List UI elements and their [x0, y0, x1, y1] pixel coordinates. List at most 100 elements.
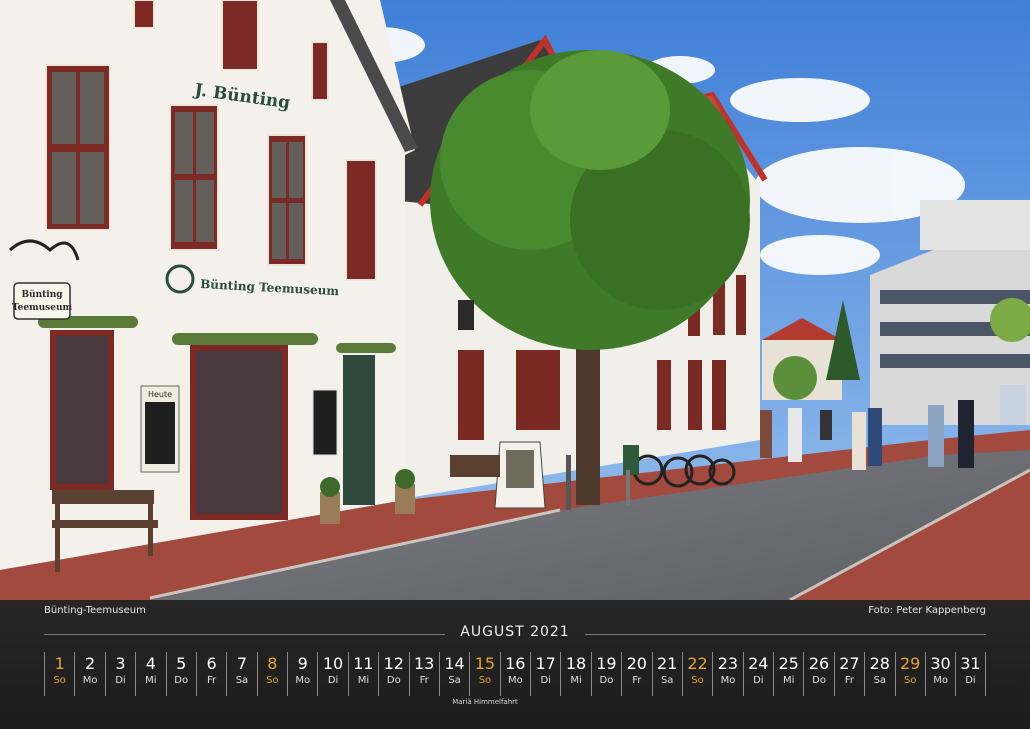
weekday-label: Mi — [782, 675, 795, 686]
weekday-label: Fr — [419, 675, 429, 686]
weekday-label: Sa — [448, 675, 461, 686]
day-number: 24 — [748, 654, 769, 673]
day-cell: 14 Sa — [438, 652, 469, 696]
day-cell: 13 Fr — [408, 652, 439, 696]
day-number: 3 — [115, 654, 126, 673]
day-cell: 31 Di — [955, 652, 986, 696]
weekday-label: Mi — [357, 675, 370, 686]
day-cell: 26 Do — [803, 652, 833, 696]
weekday-label: Fr — [632, 675, 642, 686]
buenting-house: J. Bünting Bünting Teemuseum Bünting Tee… — [0, 0, 418, 570]
day-number: 13 — [414, 654, 435, 673]
weekday-label: Fr — [844, 675, 854, 686]
day-cell: 22 So — [681, 652, 712, 696]
weekday-label: Mo — [507, 675, 523, 686]
day-cell: 16 Mo — [499, 652, 530, 696]
day-number: 31 — [960, 654, 981, 673]
weekday-label: Do — [812, 675, 826, 686]
day-number: 18 — [565, 654, 587, 673]
day-cell: 9 Mo — [287, 652, 317, 696]
weekday-label: Di — [327, 675, 339, 686]
days-row: 1 So 2 Mo 3 Di 4 Mi 5 Do 6 Fr 7 Sa 8 So 9 Mo 10 Di 11 Mi 12 Do 1… — [44, 652, 986, 696]
day-cell: 1 So — [44, 652, 74, 696]
day-cell: 20 Fr — [621, 652, 651, 696]
weekday-label: Di — [965, 675, 976, 686]
weekday-label: So — [691, 675, 704, 686]
day-number: 21 — [657, 654, 678, 673]
day-number: 8 — [267, 654, 278, 673]
day-number: 20 — [626, 654, 647, 673]
day-cell: 3 Di — [104, 652, 135, 696]
weekday-label: Di — [753, 675, 764, 686]
holiday-note: Mariä Himmelfahrt — [452, 698, 518, 706]
background-tree — [773, 356, 817, 400]
weekday-label: Di — [540, 675, 551, 686]
day-cell: 25 Mi — [773, 652, 803, 696]
day-number: 10 — [322, 654, 344, 673]
calendar-page: J. Bünting Bünting Teemuseum Bünting Tee… — [0, 0, 1030, 729]
weekday-label: So — [53, 675, 66, 686]
day-cell: 30 Mo — [924, 652, 955, 696]
day-number: 4 — [145, 654, 156, 673]
weekday-label: So — [903, 675, 917, 686]
day-number: 9 — [297, 654, 308, 673]
weekday-label: Do — [174, 675, 189, 686]
day-number: 23 — [717, 654, 739, 673]
day-cell: 23 Mo — [712, 652, 742, 696]
day-cell: 11 Mi — [347, 652, 378, 696]
day-number: 7 — [236, 654, 248, 673]
day-cell: 17 Di — [530, 652, 560, 696]
day-cell: 15 So — [469, 652, 499, 696]
day-number: 15 — [474, 654, 496, 673]
weekday-label: Sa — [235, 675, 249, 686]
weekday-label: Sa — [660, 675, 674, 686]
weekday-label: Mo — [720, 675, 736, 686]
day-number: 6 — [206, 654, 217, 673]
day-number: 14 — [444, 654, 465, 673]
street-scene: J. Bünting Bünting Teemuseum Bünting Tee… — [0, 0, 1030, 600]
day-number: 1 — [54, 654, 65, 673]
day-cell: 24 Di — [742, 652, 773, 696]
svg-text:Heute: Heute — [148, 390, 172, 399]
day-number: 26 — [808, 654, 830, 673]
weekday-label: So — [478, 675, 492, 686]
day-cell: 21 Sa — [651, 652, 682, 696]
day-cell: 2 Mo — [74, 652, 104, 696]
day-cell: 19 Do — [590, 652, 621, 696]
weekday-label: Do — [386, 675, 401, 686]
weekday-label: Di — [115, 675, 126, 686]
day-number: 16 — [505, 654, 526, 673]
photo-caption: Bünting-Teemuseum — [44, 605, 146, 616]
svg-text:Teemuseum: Teemuseum — [12, 303, 73, 313]
day-cell: 10 Di — [317, 652, 347, 696]
day-number: 12 — [383, 654, 404, 673]
month-title: AUGUST 2021 — [460, 624, 570, 640]
day-cell: 4 Mi — [135, 652, 165, 696]
day-number: 30 — [930, 654, 951, 673]
day-number: 11 — [353, 654, 374, 673]
day-cell: 8 So — [256, 652, 287, 696]
weekday-label: Mo — [82, 675, 98, 686]
svg-text:Bünting: Bünting — [21, 289, 63, 300]
weekday-label: Mi — [570, 675, 582, 686]
street-photo: J. Bünting Bünting Teemuseum Bünting Tee… — [0, 0, 1030, 600]
day-number: 19 — [596, 654, 617, 673]
weekday-label: Sa — [873, 675, 887, 686]
day-number: 17 — [535, 654, 556, 673]
day-cell: 29 So — [894, 652, 925, 696]
day-cell: 12 Do — [378, 652, 408, 696]
weekday-label: Mo — [295, 675, 311, 686]
day-cell: 6 Fr — [195, 652, 226, 696]
divider-left — [44, 634, 445, 635]
day-number: 29 — [900, 654, 921, 673]
calendar-strip: Bünting-Teemuseum Foto: Peter Kappenberg… — [0, 600, 1030, 729]
day-number: 25 — [778, 654, 799, 673]
day-cell: 18 Mi — [560, 652, 590, 696]
day-cell: 27 Fr — [833, 652, 864, 696]
weekday-label: Mi — [145, 675, 157, 686]
day-number: 27 — [839, 654, 860, 673]
day-number: 5 — [176, 654, 187, 673]
weekday-label: Mo — [933, 675, 948, 686]
weekday-label: Fr — [206, 675, 217, 686]
day-number: 28 — [869, 654, 890, 673]
